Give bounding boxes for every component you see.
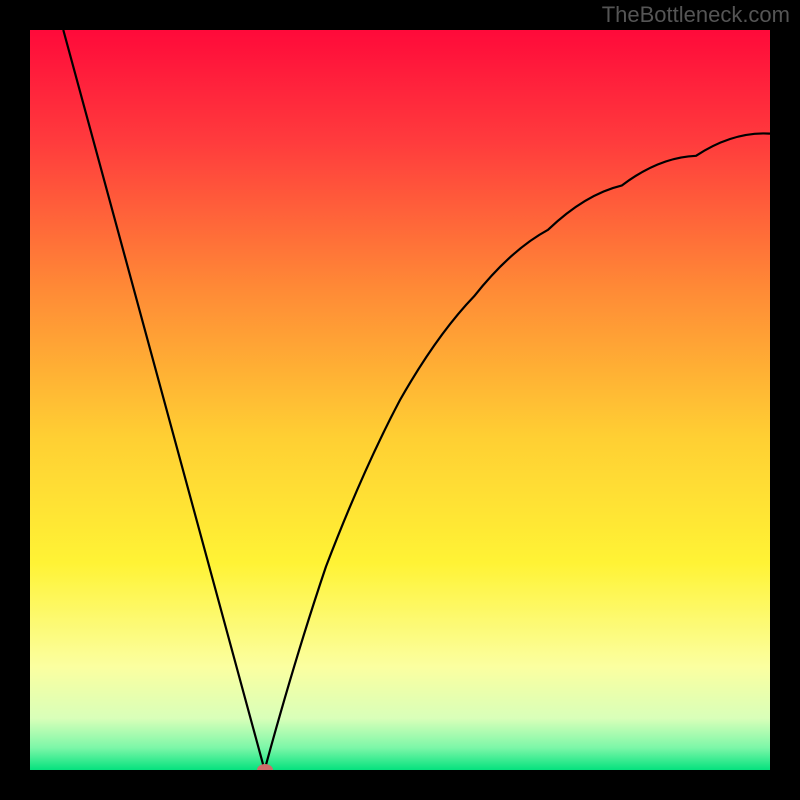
minimum-marker [257,764,273,770]
plot-svg [30,30,770,770]
plot-area [30,30,770,770]
chart-frame: TheBottleneck.com [0,0,800,800]
watermark-text: TheBottleneck.com [602,2,790,28]
